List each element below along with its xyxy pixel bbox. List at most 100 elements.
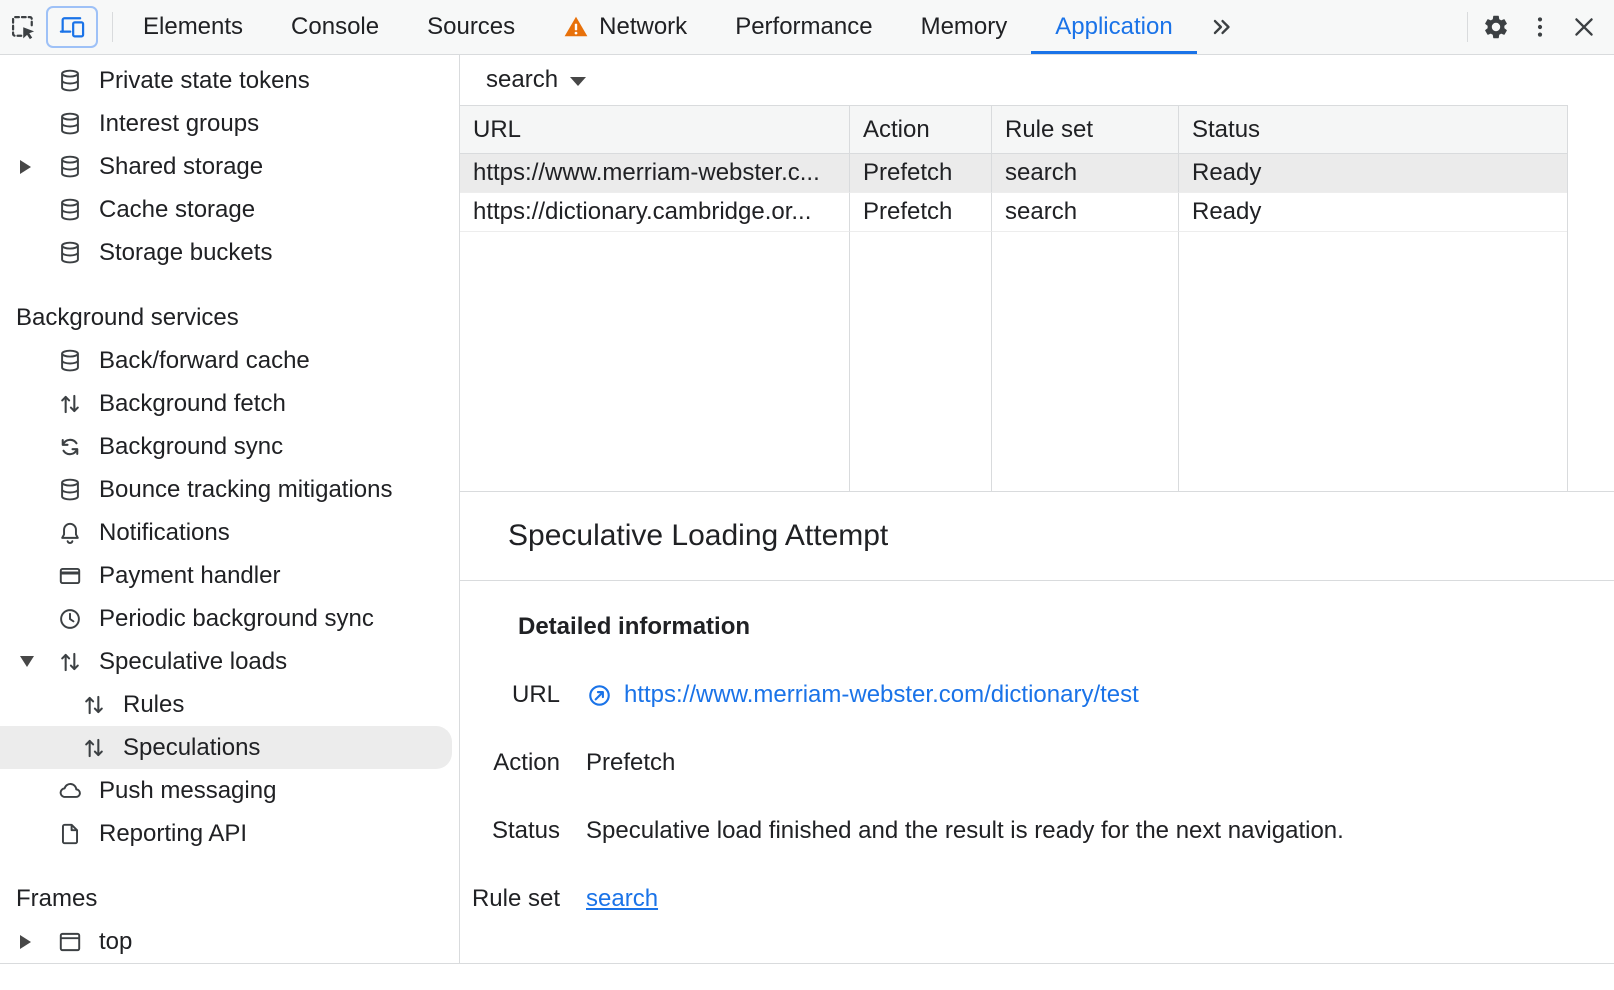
table-cell-status[interactable]: Ready <box>1179 193 1567 232</box>
sidebar-item-interest-groups[interactable]: Interest groups <box>0 102 459 145</box>
speculations-panel: search URL Action Rule set Status https:… <box>460 55 1614 990</box>
tab-sources[interactable]: Sources <box>403 0 539 54</box>
sidebar-item-label: Rules <box>123 691 184 719</box>
cell-text: Ready <box>1192 159 1261 187</box>
database-icon <box>57 111 83 137</box>
tab-network[interactable]: Network <box>539 0 711 54</box>
sidebar-item-top-frame[interactable]: top <box>0 920 459 963</box>
panel-tabs: Elements Console Sources Network Perform… <box>119 0 1247 54</box>
sidebar-item-label: Cache storage <box>99 196 255 224</box>
sidebar-item-label: Speculative loads <box>99 648 287 676</box>
detail-field-url: URL https://www.merriam-webster.com/dict… <box>460 681 1614 709</box>
sidebar-item-label: Back/forward cache <box>99 347 310 375</box>
expander-slot <box>0 160 57 174</box>
sidebar-item-label: Bounce tracking mitigations <box>99 476 392 504</box>
tab-performance[interactable]: Performance <box>711 0 896 54</box>
field-label-url: URL <box>460 681 560 709</box>
column-header-url[interactable]: URL <box>460 106 850 154</box>
tab-elements[interactable]: Elements <box>119 0 267 54</box>
sidebar-item-bounce-tracking-mitigations[interactable]: Bounce tracking mitigations <box>0 468 459 511</box>
more-tabs-button[interactable] <box>1197 0 1247 54</box>
arrows-up-down-icon <box>81 735 107 761</box>
tab-label: Performance <box>735 13 872 41</box>
inspect-cursor-icon <box>9 13 37 41</box>
sidebar-item-notifications[interactable]: Notifications <box>0 511 459 554</box>
sidebar-item-background-sync[interactable]: Background sync <box>0 425 459 468</box>
tab-label: Network <box>599 13 687 41</box>
sidebar-item-label: Push messaging <box>99 777 276 805</box>
column-header-status[interactable]: Status <box>1179 106 1567 154</box>
column-header-label: URL <box>473 116 521 144</box>
sync-icon <box>57 434 83 460</box>
cell-text: https://dictionary.cambridge.or... <box>473 198 811 226</box>
sidebar-section-background-services: Background services <box>0 296 459 339</box>
table-cell-url[interactable]: https://dictionary.cambridge.or... <box>460 193 850 232</box>
sidebar-item-private-state-tokens[interactable]: Private state tokens <box>0 59 459 102</box>
ruleset-link[interactable]: search <box>586 885 658 913</box>
expander-expanded-icon[interactable] <box>20 656 34 667</box>
bell-icon <box>57 520 83 546</box>
field-label-rule-set: Rule set <box>460 885 560 913</box>
expander-collapsed-icon[interactable] <box>20 160 31 174</box>
table-cell-rule-set[interactable]: search <box>992 193 1179 232</box>
sidebar-item-rules[interactable]: Rules <box>0 683 459 726</box>
close-devtools-button[interactable] <box>1562 13 1606 41</box>
sidebar-item-background-fetch[interactable]: Background fetch <box>0 382 459 425</box>
sidebar-item-storage-buckets[interactable]: Storage buckets <box>0 231 459 274</box>
table-cell-action[interactable]: Prefetch <box>850 193 992 232</box>
expander-slot <box>0 656 57 667</box>
inspect-element-button[interactable] <box>0 0 46 54</box>
attempt-details: Detailed information URL https://www.mer… <box>460 581 1614 990</box>
toolbar-divider <box>1467 12 1468 42</box>
menu-button[interactable] <box>1518 13 1562 41</box>
column-header-rule-set[interactable]: Rule set <box>992 106 1179 154</box>
settings-button[interactable] <box>1474 13 1518 41</box>
devtools-body: Private state tokens Interest groups Sha… <box>0 55 1614 990</box>
sidebar-item-label: Reporting API <box>99 820 247 848</box>
cell-text: Prefetch <box>863 198 952 226</box>
database-icon <box>57 197 83 223</box>
expander-slot <box>0 935 57 949</box>
chevrons-right-icon <box>1209 14 1235 40</box>
open-url-icon[interactable] <box>586 682 613 709</box>
table-cell-rule-set[interactable]: search <box>992 154 1179 193</box>
sidebar-item-shared-storage[interactable]: Shared storage <box>0 145 459 188</box>
sidebar-item-push-messaging[interactable]: Push messaging <box>0 769 459 812</box>
sidebar-item-label: Payment handler <box>99 562 280 590</box>
table-cell-action[interactable]: Prefetch <box>850 154 992 193</box>
tab-console[interactable]: Console <box>267 0 403 54</box>
toggle-device-toolbar-button[interactable] <box>46 6 98 48</box>
close-icon <box>1570 13 1598 41</box>
cloud-icon <box>57 778 83 804</box>
application-sidebar: Private state tokens Interest groups Sha… <box>0 55 460 990</box>
url-link[interactable]: https://www.merriam-webster.com/dictiona… <box>624 681 1139 709</box>
field-label-status: Status <box>460 817 560 845</box>
table-filler <box>1179 232 1567 491</box>
tab-memory[interactable]: Memory <box>897 0 1032 54</box>
column-header-action[interactable]: Action <box>850 106 992 154</box>
tab-application[interactable]: Application <box>1031 0 1196 54</box>
cell-text: search <box>1005 159 1077 187</box>
sidebar-item-speculations[interactable]: Speculations <box>0 726 452 769</box>
speculations-filter-bar: search <box>460 55 1614 105</box>
sidebar-item-label: Periodic background sync <box>99 605 374 633</box>
sidebar-item-reporting-api[interactable]: Reporting API <box>0 812 459 855</box>
table-cell-status[interactable]: Ready <box>1179 154 1567 193</box>
ruleset-filter-dropdown[interactable]: search <box>486 66 586 94</box>
column-header-label: Status <box>1192 116 1260 144</box>
sidebar-item-back-forward-cache[interactable]: Back/forward cache <box>0 339 459 382</box>
tab-label: Sources <box>427 13 515 41</box>
tab-label: Application <box>1055 13 1172 41</box>
expander-collapsed-icon[interactable] <box>20 935 31 949</box>
sidebar-item-payment-handler[interactable]: Payment handler <box>0 554 459 597</box>
arrows-up-down-icon <box>57 391 83 417</box>
sidebar-item-cache-storage[interactable]: Cache storage <box>0 188 459 231</box>
sidebar-item-periodic-background-sync[interactable]: Periodic background sync <box>0 597 459 640</box>
frame-icon <box>57 929 83 955</box>
sidebar-item-speculative-loads[interactable]: Speculative loads <box>0 640 459 683</box>
section-header-label: Background services <box>16 304 239 332</box>
sidebar-item-label: Speculations <box>123 734 260 762</box>
column-header-label: Action <box>863 116 930 144</box>
toolbar-spacer <box>1247 0 1461 54</box>
table-cell-url[interactable]: https://www.merriam-webster.c... <box>460 154 850 193</box>
